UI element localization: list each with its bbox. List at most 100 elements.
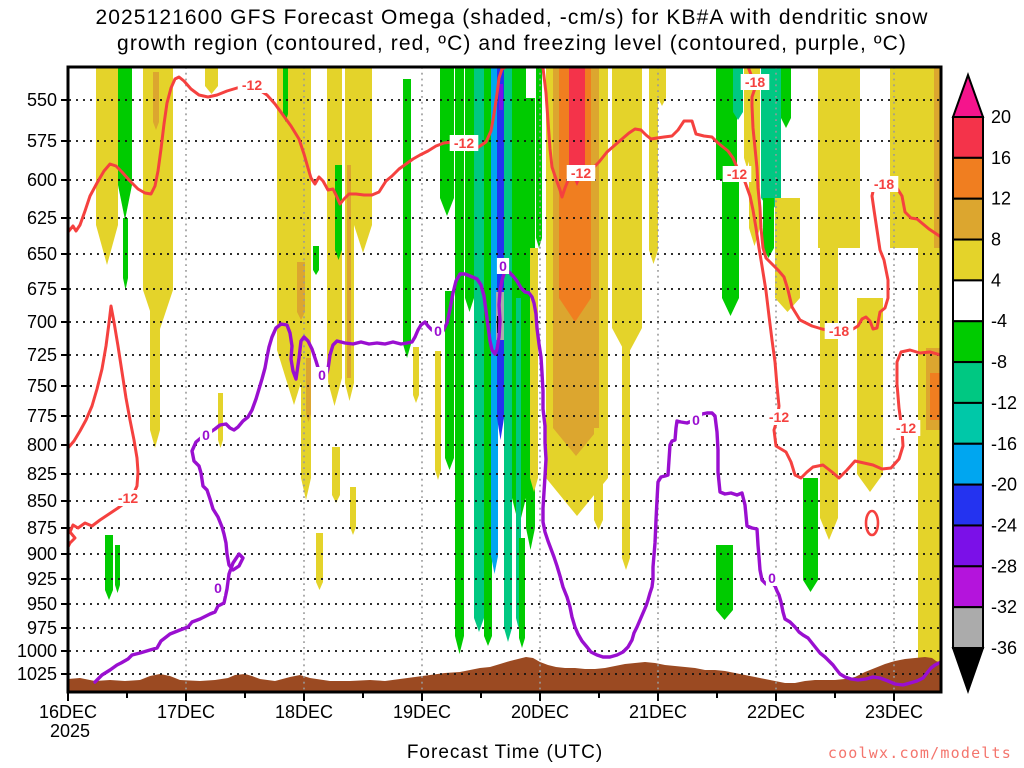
omega-band [118, 67, 132, 220]
omega-band [781, 67, 791, 128]
omega-band [918, 248, 941, 690]
colorbar-band [952, 483, 984, 527]
pressure-tick-label: 975 [27, 618, 57, 638]
pressure-tick-label: 1025 [17, 664, 57, 684]
colorbar-label: -20 [991, 475, 1017, 495]
pressure-tick-label: 775 [27, 406, 57, 426]
colorbar-band [952, 565, 984, 609]
colorbar-band [952, 116, 984, 159]
omega-band [205, 67, 218, 94]
colorbar-band [952, 238, 984, 282]
pressure-tick-label: 950 [27, 594, 57, 614]
omega-band [150, 290, 160, 448]
day-tick-label: 18DEC [275, 702, 333, 722]
omega-band [332, 447, 340, 503]
day-tick-label: 20DEC [511, 702, 569, 722]
colorbar-label: 20 [991, 107, 1011, 127]
colorbar-label: 8 [991, 230, 1001, 250]
contour-label: -18 [745, 74, 765, 90]
omega-band [313, 246, 319, 275]
pressure-tick-label: 575 [27, 131, 57, 151]
contour-label: 0 [768, 570, 776, 586]
contour-label: -12 [454, 135, 474, 151]
colorbar-band [952, 606, 984, 650]
colorbar-band [952, 279, 984, 323]
contour-label: -12 [896, 420, 916, 436]
day-tick-label: 19DEC [393, 702, 451, 722]
omega-band [820, 248, 838, 540]
colorbar-band [952, 524, 984, 568]
colorbar-label: -28 [991, 556, 1017, 576]
colorbar-band [952, 442, 984, 486]
omega-band [649, 67, 658, 264]
shaded-omega-layer [68, 67, 941, 692]
colorbar-label: -36 [991, 638, 1017, 658]
pressure-tick-label: 850 [27, 491, 57, 511]
omega-band [497, 67, 504, 440]
pressure-tick-label: 1000 [17, 641, 57, 661]
colorbar-label: 12 [991, 189, 1011, 209]
contour-label: -12 [571, 165, 591, 181]
omega-band [612, 67, 642, 356]
colorbar-over-triangle [951, 72, 985, 118]
contour-label: -18 [874, 176, 894, 192]
omega-band [316, 533, 323, 590]
colorbar-band [952, 156, 984, 200]
omega-band [474, 67, 484, 632]
omega-band [622, 328, 630, 570]
pressure-tick-label: 550 [27, 90, 57, 110]
omega-band [722, 180, 739, 316]
omega-band [930, 373, 941, 420]
day-tick-label: 16DEC [39, 702, 97, 722]
colorbar-band [952, 320, 984, 364]
colorbar-band [952, 361, 984, 404]
omega-band [105, 535, 113, 600]
colorbar-band [952, 197, 984, 241]
omega-band [499, 84, 503, 110]
omega-band [803, 478, 818, 592]
pressure-tick-label: 600 [27, 170, 57, 190]
pressure-tick-label: 900 [27, 544, 57, 564]
day-tick-label: 23DEC [865, 702, 923, 722]
omega-band [818, 67, 860, 248]
day-tick-label: 22DEC [747, 702, 805, 722]
colorbar-label: -8 [991, 352, 1007, 372]
omega-band [890, 67, 941, 248]
watermark-link: coolwx.com/modelts [827, 744, 1012, 762]
omega-band [716, 545, 733, 620]
contour-label: 0 [202, 427, 210, 443]
colorbar-label: -12 [991, 393, 1017, 413]
pressure-tick-label: 750 [27, 376, 57, 396]
weather-chart-page: 2025121600 GFS Forecast Omega (shaded, -… [0, 0, 1024, 768]
omega-band [115, 545, 120, 593]
contour-label: -12 [769, 409, 789, 425]
contour-label: -18 [829, 323, 849, 339]
colorbar-label: 4 [991, 270, 1001, 290]
omega-cross-section-plot: -12 -12 -12 -12 -12 -12 -12 -18 -18 -18 0 0 0 0 0 0 0 550… [17, 65, 1017, 741]
contour-label: -12 [118, 490, 138, 506]
colorbar: 20 16 12 8 4 -4 -8 -12 -16 -20 -24 -28 -32 -36 [951, 72, 1017, 695]
omega-band [530, 248, 538, 492]
contour-label: 0 [434, 323, 442, 339]
omega-band [354, 67, 372, 253]
pressure-tick-label: 925 [27, 569, 57, 589]
colorbar-label: -16 [991, 434, 1017, 454]
pressure-tick-label: 825 [27, 464, 57, 484]
omega-band [484, 67, 492, 646]
pressure-tick-label: 625 [27, 208, 57, 228]
contour-label: 0 [692, 412, 700, 428]
pressure-tick-label: 700 [27, 312, 57, 332]
contour-label: 0 [499, 258, 507, 274]
omega-band [218, 393, 223, 448]
contour-label: -12 [727, 166, 747, 182]
contour-label: 0 [318, 367, 326, 383]
x-axis-title: Forecast Time (UTC) [406, 742, 604, 763]
omega-band [455, 67, 464, 654]
pressure-tick-label: 725 [27, 345, 57, 365]
day-tick-label: 21DEC [629, 702, 687, 722]
pressure-tick-label: 875 [27, 518, 57, 538]
pressure-tick-label: 675 [27, 279, 57, 299]
colorbar-label: -32 [991, 597, 1017, 617]
colorbar-label: -4 [991, 311, 1007, 331]
dendritic-closed-contour [864, 509, 880, 537]
